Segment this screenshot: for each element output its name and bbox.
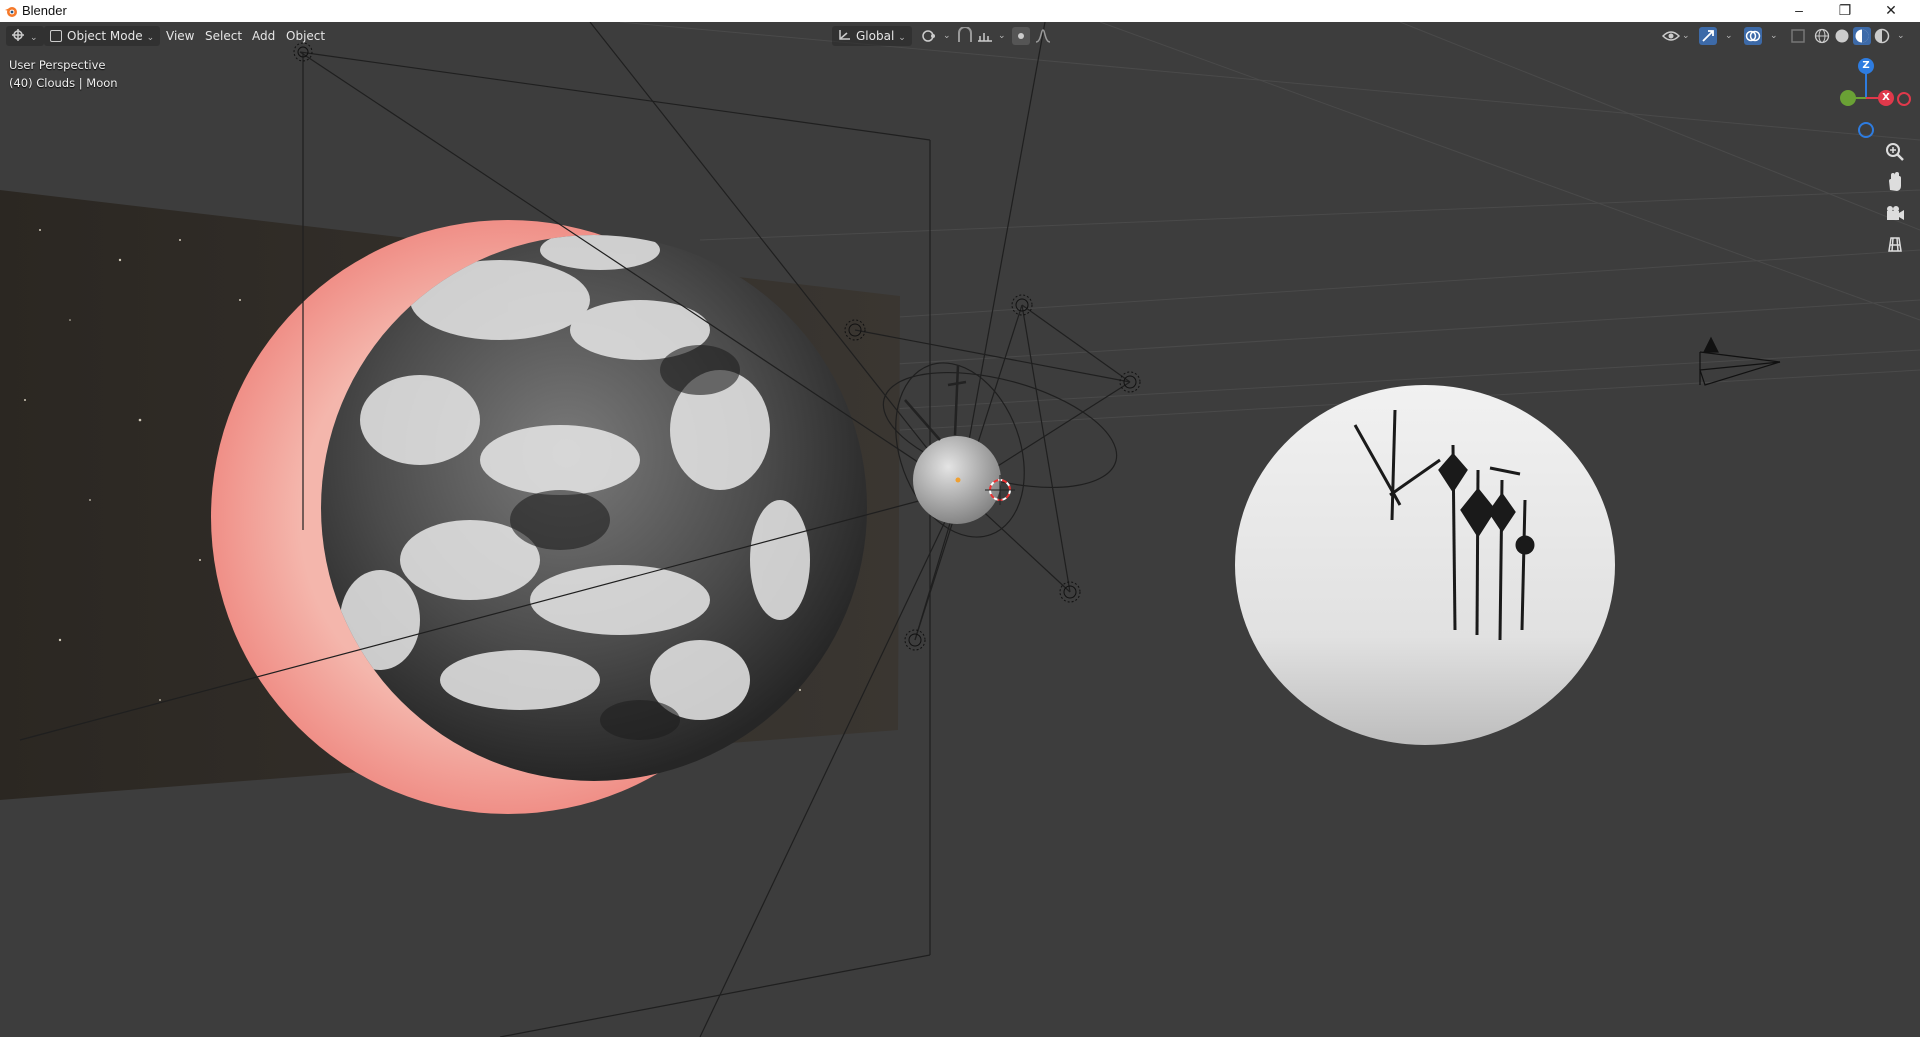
falloff-curve-icon[interactable]: [1034, 27, 1052, 45]
navigation-gizmo[interactable]: Z X Y: [1820, 52, 1920, 142]
minimize-button[interactable]: –: [1776, 0, 1822, 22]
chevron-down-icon[interactable]: ⌄: [1764, 26, 1784, 46]
zoom-icon[interactable]: [1880, 137, 1910, 167]
menu-add[interactable]: Add: [246, 26, 281, 46]
rendered-shading-icon[interactable]: [1873, 27, 1891, 45]
gizmo-x-axis[interactable]: X: [1878, 90, 1894, 106]
window-title-bar: Blender – ❐ ✕: [0, 0, 1920, 22]
solid-shading-icon[interactable]: [1833, 27, 1851, 45]
chevron-down-icon[interactable]: ⌄: [937, 26, 957, 46]
mode-selector[interactable]: Object Mode ⌄: [44, 26, 161, 46]
3d-viewport[interactable]: [0, 22, 1920, 1037]
window-title: Blender: [22, 3, 67, 18]
maximize-button[interactable]: ❐: [1822, 0, 1868, 22]
menu-object[interactable]: Object: [280, 26, 331, 46]
view-name: User Perspective: [9, 58, 106, 72]
gizmo-neg-z-axis[interactable]: [1858, 122, 1874, 138]
menu-select[interactable]: Select: [199, 26, 248, 46]
chevron-down-icon[interactable]: ⌄: [1891, 26, 1911, 46]
orientation-label: Global: [856, 29, 895, 43]
chevron-down-icon[interactable]: ⌄: [1719, 26, 1739, 46]
camera-view-icon[interactable]: [1880, 199, 1910, 229]
transform-orientation-selector[interactable]: Global ⌄: [832, 26, 912, 46]
editor-type-selector[interactable]: ⌄: [6, 26, 44, 46]
blender-logo-icon: [5, 7, 17, 17]
chevron-down-icon: ⌄: [30, 33, 38, 43]
viewport-header: ⌄ Object Mode ⌄ View Select Add Object Gl…: [0, 22, 1920, 50]
perspective-toggle-icon[interactable]: [1880, 230, 1910, 260]
viewport-editor-icon: [12, 29, 24, 41]
close-button[interactable]: ✕: [1868, 0, 1914, 22]
chevron-down-icon: ⌄: [146, 33, 155, 43]
active-object-info: (40) Clouds | Moon: [9, 76, 118, 90]
pivot-point-icon[interactable]: [920, 27, 938, 45]
origin-dot: [955, 477, 961, 483]
wireframe-shading-icon[interactable]: [1813, 27, 1831, 45]
viewport-info-overlay: User Perspective (40) Clouds | Moon: [9, 56, 118, 92]
chevron-down-icon[interactable]: ⌄: [1676, 26, 1696, 46]
gizmo-y-axis[interactable]: Y: [1840, 90, 1856, 106]
white-weapon-sphere[interactable]: [1235, 385, 1615, 745]
overlays-toggle-icon[interactable]: [1744, 27, 1762, 45]
snap-icon[interactable]: [956, 27, 974, 45]
gizmo-z-axis[interactable]: Z: [1858, 58, 1874, 74]
pan-hand-icon[interactable]: [1880, 168, 1910, 198]
gizmo-toggle-icon[interactable]: [1699, 27, 1717, 45]
object-mode-icon: [50, 30, 62, 42]
gizmo-neg-x-axis[interactable]: [1897, 92, 1911, 106]
xray-toggle-icon[interactable]: [1789, 27, 1807, 45]
menu-view[interactable]: View: [160, 26, 200, 46]
chevron-down-icon: ⌄: [898, 33, 906, 43]
chevron-down-icon[interactable]: ⌄: [992, 26, 1012, 46]
viewport-scene[interactable]: [0, 22, 1920, 1037]
proportional-edit-icon[interactable]: [1012, 27, 1030, 45]
mode-label: Object Mode: [67, 29, 143, 43]
orientation-axes-icon: [839, 30, 850, 40]
material-preview-shading-icon[interactable]: [1853, 27, 1871, 45]
